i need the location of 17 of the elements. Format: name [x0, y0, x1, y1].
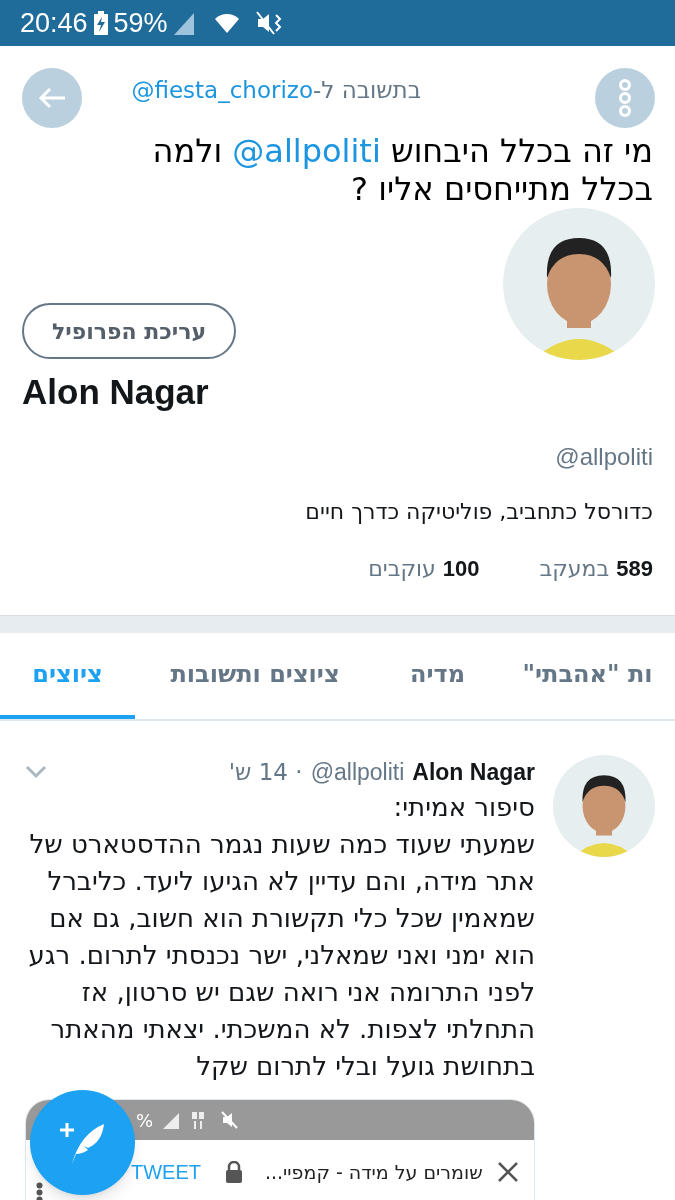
bio-text: כדורסל כתחביב, פוליטיקה כדרך חיים: [304, 497, 653, 526]
tweet-time: · 14 ש': [228, 757, 303, 787]
tweet-handle: @allpoliti: [310, 757, 405, 787]
battery-text: 59%: [113, 6, 168, 40]
clock-text: 20:46: [20, 6, 88, 40]
profile-tab[interactable]: ות "אהבתי": [500, 632, 675, 719]
tweet-author: Alon Nagar: [412, 757, 535, 787]
page-title: שומרים על מידה - קמפיי...: [265, 1159, 483, 1185]
tweet-text: סיפור אמיתי:: [392, 791, 535, 824]
edit-profile-button[interactable]: עריכת הפרופיל: [22, 303, 237, 359]
profile-tab[interactable]: ציוצים: [0, 632, 135, 719]
battery-text: %: [136, 1108, 154, 1133]
profile-handle: @allpoliti: [554, 441, 653, 472]
profile-tab[interactable]: ציוצים ותשובות: [135, 632, 375, 719]
profile-tab[interactable]: מדיה: [375, 632, 500, 719]
tweet-text: שמעתי שעוד כמה שעות נגמר ההדסטארט של אתר מידה, והם עדיין לא הגיעו ליעד. כליברל שמאמין שכל כלי תקשורת הוא חשוב, גם אם הוא ימני ואני שמאלני, ישר נכנסתי לתרום. רגע לפני התרומה אני רואה שגם יש סרטון, אז התחלתי לצפות. לא המשכתי. יצאתי מהאתר בתחושת גועל ובלי לתרום שקל: [27, 828, 535, 1083]
profile-name: Alon Nagar: [22, 371, 210, 413]
